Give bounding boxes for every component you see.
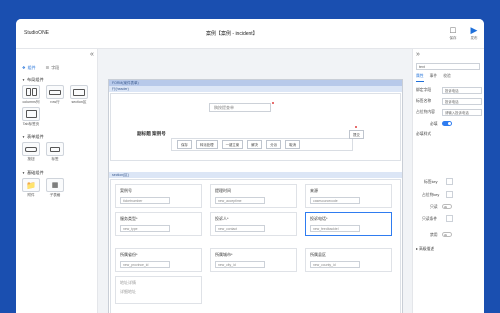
disabled-toggle[interactable]: [442, 232, 452, 237]
prop-bind-field: 绑定字段 投诉电话: [416, 87, 482, 95]
section-bar[interactable]: section(区): [109, 172, 402, 178]
search-field[interactable]: 稿按提查单: [209, 103, 271, 112]
top-bar: StudioONE 案例【案例 - incident】 □ 保存 ▶ 发布: [16, 19, 484, 49]
app-title: StudioONE: [24, 30, 50, 36]
panel-tabs: ❖ 组件 ☰ 字段: [22, 63, 59, 72]
header-region[interactable]: 稿按提查单 副标题 案例号 保存 转派处理 一键立案 解决 分派 取消 提交: [110, 93, 401, 161]
puzzle-icon: ❖: [22, 65, 26, 70]
field-complaint-phone[interactable]: 投诉电话* new_feedbacktel: [305, 212, 392, 236]
field-province[interactable]: 所属省份* new_province_id: [115, 248, 202, 272]
collapse-right-icon[interactable]: »: [416, 51, 420, 58]
component-row[interactable]: row行: [44, 85, 66, 105]
component-attachment[interactable]: 📁 附件: [20, 178, 42, 198]
component-type-field[interactable]: text: [416, 63, 480, 70]
action-cancel-button[interactable]: 取消: [285, 140, 301, 149]
component-columns[interactable]: columns列: [20, 85, 42, 105]
section-layout[interactable]: ▼ 布局组件: [22, 77, 44, 83]
grid-icon: ▦: [51, 182, 59, 189]
document-title: 案例【案例 - incident】: [206, 31, 258, 37]
field-address[interactable]: 地址详情 详细地址: [115, 276, 202, 304]
submit-button[interactable]: 提交: [349, 130, 364, 139]
field-county[interactable]: 所属县区 new_county_id: [305, 248, 392, 272]
section-basic[interactable]: ▼ 基础组件: [22, 170, 44, 176]
field-case-number[interactable]: 案例号 ticketnumber: [115, 184, 202, 208]
prop-readonly: 只读: [416, 204, 482, 212]
field-accept-time[interactable]: 提理时间 new_acceptime: [210, 184, 297, 208]
tab-fields[interactable]: ☰ 字段: [46, 63, 60, 72]
component-section[interactable]: section区: [68, 85, 90, 105]
section-form[interactable]: ▼ 表单组件: [22, 134, 44, 140]
prop-placeholder-key: 占位符key: [416, 191, 482, 200]
placeholder-key-select[interactable]: [446, 191, 453, 198]
prop-readonly-condition: 只读条件: [416, 215, 482, 224]
publish-button[interactable]: ▶ 发布: [465, 25, 483, 45]
list-icon: ☰: [45, 65, 50, 70]
tab-properties[interactable]: 属性: [416, 74, 424, 82]
component-panel: « ❖ 组件 ☰ 字段 ▼ 布局组件 columns列 row行 section区 T…: [16, 49, 98, 313]
action-transfer-button[interactable]: 转派处理: [196, 140, 218, 149]
action-file-button[interactable]: 一键立案: [221, 140, 244, 149]
design-canvas: FORM(案件表单) 行(header) 稿按提查单 副标题 案例号 保存 转派…: [98, 49, 412, 313]
tab-validation[interactable]: 校验: [443, 74, 451, 82]
action-button-row: 保存 转派处理 一键立案 解决 分派 取消: [171, 138, 353, 151]
action-assign-button[interactable]: 分派: [266, 140, 282, 149]
property-tabs: 属性 事件 校验: [416, 74, 484, 82]
prop-label-name: 标签名称 投诉电话: [416, 98, 482, 106]
required-toggle[interactable]: [442, 121, 452, 126]
save-icon: □: [450, 25, 456, 35]
app-window: StudioONE 案例【案例 - incident】 □ 保存 ▶ 发布 « …: [16, 19, 484, 313]
label-key-select[interactable]: [446, 178, 453, 185]
prop-required: 必填: [416, 121, 482, 129]
collapse-left-icon[interactable]: «: [90, 51, 94, 58]
prop-placeholder: 占位符内容 请输入投诉电话: [416, 109, 482, 117]
field-city[interactable]: 所属城市* new_city_id: [210, 248, 297, 272]
prop-advanced[interactable]: ▸ 高级描述: [416, 245, 482, 253]
save-button[interactable]: □ 保存: [444, 25, 462, 45]
folder-icon: 📁: [26, 180, 36, 190]
prop-required-style: 必填样式: [416, 132, 432, 136]
readonly-condition-select[interactable]: [446, 215, 453, 222]
play-icon: ▶: [470, 25, 478, 35]
prop-disabled: 禁用: [416, 232, 482, 240]
tab-components[interactable]: ❖ 组件: [22, 63, 36, 72]
header-bar[interactable]: 行(header): [109, 86, 402, 92]
field-service-type[interactable]: 服务类型* new_type: [115, 212, 202, 236]
properties-panel: » text 属性 事件 校验 绑定字段 投诉电话 标签名称 投诉电话 占位符内容请…: [412, 49, 484, 313]
form-subtitle: 副标题 案例号: [137, 131, 166, 136]
section-region: 案例号 ticketnumber 提理时间 new_acceptime 来源 case…: [110, 179, 401, 313]
readonly-toggle[interactable]: [442, 204, 452, 209]
component-label[interactable]: 标签: [44, 142, 66, 162]
component-subtable[interactable]: ▦ 子表格: [44, 178, 66, 198]
action-save-button[interactable]: 保存: [177, 140, 192, 149]
tab-events[interactable]: 事件: [430, 74, 438, 82]
action-resolve-button[interactable]: 解决: [247, 140, 263, 149]
component-tab[interactable]: Tab标签页: [20, 107, 42, 127]
prop-label-key: 标签key: [416, 178, 482, 187]
field-source[interactable]: 来源 casesourcecode: [305, 184, 392, 208]
required-dot: [355, 126, 357, 128]
field-complainant[interactable]: 投诉人* new_contact: [210, 212, 297, 236]
component-button[interactable]: 按钮: [20, 142, 42, 162]
form-frame[interactable]: FORM(案件表单) 行(header) 稿按提查单 副标题 案例号 保存 转派…: [108, 79, 403, 313]
required-dot: [272, 102, 274, 104]
